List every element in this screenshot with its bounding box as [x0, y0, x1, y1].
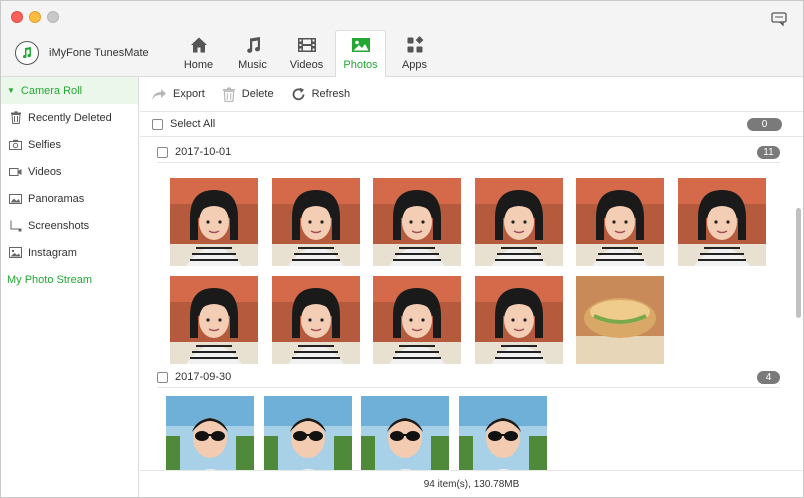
sidebar-item-instagram[interactable]: Instagram [1, 239, 138, 266]
status-bar: 94 item(s), 130.78MB [140, 470, 803, 497]
sidebar-item-label: Videos [28, 165, 62, 178]
photo-thumbnail[interactable] [475, 178, 563, 266]
photo-thumbnail[interactable] [272, 276, 360, 364]
main-panel: Export Delete Refresh Select All 0 2017-… [140, 77, 803, 497]
delete-label: Delete [241, 88, 274, 100]
maximize-window-button[interactable] [47, 11, 59, 23]
photo-thumbnail[interactable] [166, 396, 254, 470]
photo-thumbnail[interactable] [264, 396, 352, 470]
photo-thumbnail[interactable] [170, 178, 258, 266]
sidebar-item-label: Screenshots [28, 219, 90, 232]
photo-thumbnail[interactable] [576, 178, 664, 266]
photo-thumbnail[interactable] [678, 178, 766, 266]
photo-thumbnail[interactable] [373, 276, 461, 364]
tab-apps-label: Apps [401, 59, 428, 71]
sidebar-item-videos[interactable]: Videos [1, 158, 138, 185]
tab-music-label: Music [238, 59, 267, 71]
apps-icon [405, 35, 425, 55]
select-all-checkbox[interactable] [152, 118, 163, 130]
photo-list: 2017-10-01 11 2017-09-30 4 [140, 138, 803, 470]
tab-photos[interactable]: Photos [335, 30, 386, 77]
photo-thumbnail[interactable] [576, 276, 664, 364]
sidebar-item-label: Recently Deleted [28, 111, 112, 124]
select-all-label: Select All [170, 118, 216, 130]
sidebar-item-label: Panoramas [28, 192, 85, 205]
group-count-badge: 4 [757, 370, 780, 384]
tab-photos-label: Photos [343, 59, 378, 71]
photo-thumbnail[interactable] [475, 276, 563, 364]
select-all-bar: Select All 0 [140, 112, 803, 137]
date-group-header: 2017-09-30 4 [140, 363, 803, 391]
tab-videos-label: Videos [289, 59, 324, 71]
trash-icon [9, 111, 22, 124]
toolbar: Export Delete Refresh [140, 77, 803, 112]
photo-grid [140, 391, 803, 470]
panorama-icon [9, 192, 22, 205]
header-bar: iMyFone TunesMate Home Music Videos Phot… [1, 1, 803, 77]
video-icon [297, 35, 317, 55]
status-text: 94 item(s), 130.78MB [423, 478, 520, 490]
photos-icon [351, 35, 371, 55]
caret-down-icon: ▼ [7, 86, 15, 95]
close-window-button[interactable] [11, 11, 23, 23]
tab-videos[interactable]: Videos [281, 30, 332, 77]
tunesmate-logo-icon [15, 41, 39, 65]
tab-home[interactable]: Home [173, 30, 224, 77]
screenshot-icon [9, 219, 22, 232]
sidebar-item-camera-roll[interactable]: ▼ Camera Roll [1, 77, 138, 104]
delete-button[interactable]: Delete [222, 87, 274, 102]
refresh-label: Refresh [311, 88, 351, 100]
group-select-checkbox[interactable] [157, 146, 168, 158]
refresh-icon [292, 87, 304, 100]
sidebar-item-selfies[interactable]: Selfies [1, 131, 138, 158]
video-camera-icon [9, 165, 22, 178]
app-name: iMyFone TunesMate [49, 47, 149, 59]
group-select-checkbox[interactable] [157, 371, 168, 383]
date-group-header: 2017-10-01 11 [140, 138, 803, 166]
photo-thumbnail[interactable] [361, 396, 449, 470]
app-window: iMyFone TunesMate Home Music Videos Phot… [0, 0, 804, 498]
photo-grid [140, 166, 803, 364]
export-icon [152, 89, 166, 100]
refresh-button[interactable]: Refresh [291, 87, 351, 102]
sidebar-item-screenshots[interactable]: Screenshots [1, 212, 138, 239]
feedback-icon[interactable] [771, 12, 787, 26]
window-controls [11, 11, 59, 23]
brand: iMyFone TunesMate [15, 41, 149, 65]
photo-thumbnail[interactable] [170, 276, 258, 364]
main-nav: Home Music Videos Photos Apps [173, 30, 443, 77]
music-icon [243, 35, 263, 55]
tab-apps[interactable]: Apps [389, 30, 440, 77]
minimize-window-button[interactable] [29, 11, 41, 23]
tab-music[interactable]: Music [227, 30, 278, 77]
camera-icon [9, 138, 22, 151]
image-icon [9, 246, 22, 259]
export-button[interactable]: Export [151, 87, 205, 101]
selected-count-badge: 0 [747, 117, 782, 131]
sidebar-item-label: Selfies [28, 138, 62, 151]
sidebar-item-label: Camera Roll [20, 84, 83, 97]
sidebar-item-panoramas[interactable]: Panoramas [1, 185, 138, 212]
trash-icon [222, 87, 235, 102]
photo-thumbnail[interactable] [459, 396, 547, 470]
group-date: 2017-10-01 [175, 146, 232, 158]
tab-home-label: Home [183, 59, 214, 71]
home-icon [189, 35, 209, 55]
export-label: Export [173, 88, 205, 100]
group-date: 2017-09-30 [175, 371, 232, 383]
sidebar-item-label: Instagram [28, 246, 77, 259]
photo-thumbnail[interactable] [272, 178, 360, 266]
group-count-badge: 11 [757, 145, 780, 159]
sidebar-item-my-photo-stream[interactable]: My Photo Stream [1, 266, 138, 293]
vertical-scrollbar[interactable] [796, 208, 801, 318]
sidebar-item-label: My Photo Stream [7, 273, 92, 286]
sidebar: ▼ Camera Roll Recently Deleted Selfies V… [1, 77, 139, 497]
sidebar-item-recently-deleted[interactable]: Recently Deleted [1, 104, 138, 131]
photo-thumbnail[interactable] [373, 178, 461, 266]
